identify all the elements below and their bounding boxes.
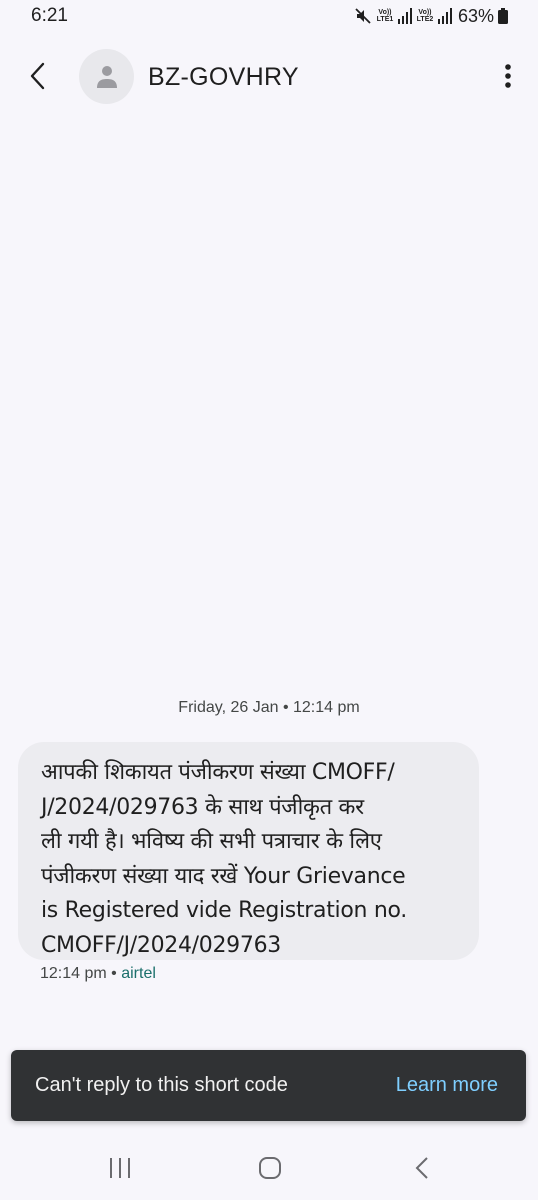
sim2-label-top: Vo)) bbox=[418, 9, 432, 16]
snackbar: Can't reply to this short code Learn mor… bbox=[11, 1050, 526, 1121]
meta-separator: • bbox=[106, 965, 122, 982]
recent-apps-button[interactable] bbox=[100, 1154, 140, 1182]
recent-apps-icon bbox=[110, 1158, 130, 1178]
battery-icon bbox=[498, 8, 508, 24]
signal-icon-sim2 bbox=[437, 8, 452, 24]
contact-avatar[interactable] bbox=[79, 49, 134, 104]
battery-percentage: 63% bbox=[457, 5, 494, 26]
back-arrow-icon bbox=[30, 62, 45, 90]
contact-name: BZ-GOVHRY bbox=[148, 63, 299, 91]
message-line: आपकी शिकायत पंजीकरण संख्या CMOFF/ bbox=[41, 760, 395, 785]
message-bubble[interactable]: आपकी शिकायत पंजीकरण संख्या CMOFF/ J/2024… bbox=[18, 742, 479, 960]
sim1-label-bottom: LTE1 bbox=[376, 16, 394, 23]
learn-more-button[interactable]: Learn more bbox=[396, 1074, 498, 1097]
message-line: पंजीकरण संख्या याद रखें Your Grievance bbox=[41, 863, 406, 889]
message-line: is Registered vide Registration no. bbox=[41, 898, 407, 923]
mute-icon bbox=[354, 7, 372, 25]
signal-icon-sim1 bbox=[397, 8, 412, 24]
carrier-name: airtel bbox=[121, 965, 156, 982]
home-button[interactable] bbox=[250, 1154, 290, 1182]
message-time: 12:14 pm bbox=[40, 965, 107, 982]
more-options-button[interactable] bbox=[496, 58, 520, 94]
sim1-label-top: Vo)) bbox=[378, 9, 392, 16]
message-line: ली गयी है। भविष्य की सभी पत्राचार के लिए bbox=[41, 829, 382, 854]
system-nav-bar bbox=[0, 1130, 538, 1200]
status-icons: Vo)) LTE1 Vo)) LTE2 63% bbox=[354, 5, 508, 27]
sim1-volte-icon: Vo)) LTE1 bbox=[376, 9, 394, 23]
snackbar-message: Can't reply to this short code bbox=[35, 1074, 288, 1096]
back-nav-button[interactable] bbox=[402, 1154, 442, 1182]
message-line: J/2024/029763 के साथ पंजीकृत कर bbox=[41, 794, 364, 820]
status-bar: 6:21 Vo)) LTE1 Vo)) LTE2 63% bbox=[0, 0, 538, 34]
message-line: CMOFF/J/2024/029763 bbox=[41, 932, 281, 958]
more-vert-icon bbox=[505, 64, 511, 88]
status-time: 6:21 bbox=[31, 5, 68, 26]
home-icon bbox=[259, 1157, 281, 1179]
sim2-volte-icon: Vo)) LTE2 bbox=[416, 9, 434, 23]
sim2-label-bottom: LTE2 bbox=[416, 16, 434, 23]
message-meta: 12:14 pm • airtel bbox=[40, 965, 156, 983]
date-divider: Friday, 26 Jan • 12:14 pm bbox=[178, 699, 360, 716]
app-bar: BZ-GOVHRY bbox=[0, 44, 538, 108]
back-chevron-icon bbox=[415, 1157, 428, 1179]
back-button[interactable] bbox=[20, 58, 56, 94]
person-icon bbox=[96, 65, 117, 88]
